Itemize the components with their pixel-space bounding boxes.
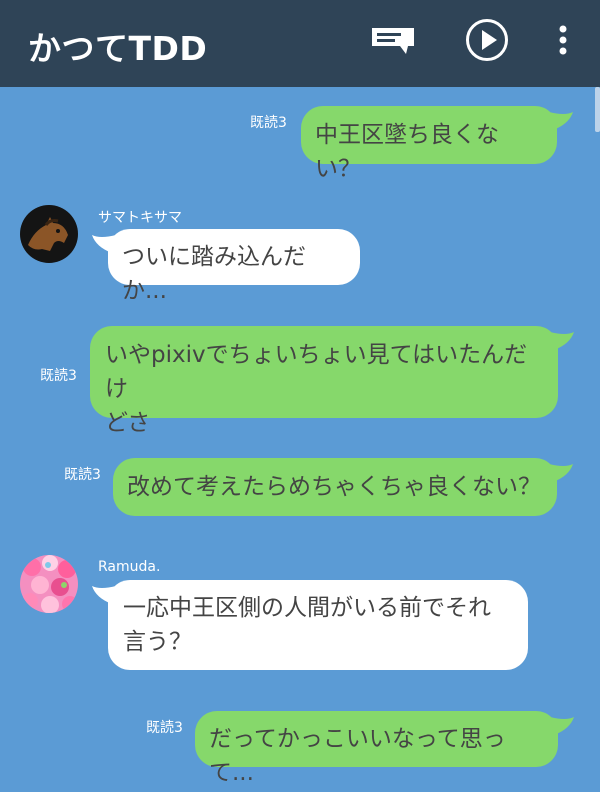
message-text-line: いやpixivでちょいちょい見てはいたんだけ xyxy=(105,342,528,402)
bubble-tail xyxy=(92,586,116,604)
play-icon[interactable] xyxy=(465,18,509,62)
chat-title: かつてTDD xyxy=(28,29,208,68)
read-receipt: 既読3 xyxy=(146,720,183,736)
message-bubble-outgoing[interactable]: 改めて考えたらめちゃくちゃ良くない？ xyxy=(113,458,573,516)
bubble-tail xyxy=(550,717,574,735)
message-text-line: どさ xyxy=(105,410,151,436)
message-text: だってかっこいいなって思って... xyxy=(209,726,506,786)
message-text: 改めて考えたらめちゃくちゃ良くない？ xyxy=(127,474,541,500)
chat-area[interactable]: 既読3 中王区墜ち良くない？ サマトキサマ ついに踏み込んだか... 既読3 い… xyxy=(0,87,600,792)
message-bubble-outgoing[interactable]: 中王区墜ち良くない？ xyxy=(301,106,573,182)
message-bubble-incoming[interactable]: ついに踏み込んだか... xyxy=(92,229,360,304)
bubble-tail xyxy=(549,464,573,482)
message-text: ついに踏み込んだか... xyxy=(122,244,306,304)
message-bubble-outgoing[interactable]: いやpixivでちょいちょい見てはいたんだけ どさ xyxy=(90,326,574,436)
sender-name: Ramuda. xyxy=(98,559,161,575)
chat-header: かつてTDD xyxy=(0,0,600,87)
horse-avatar[interactable] xyxy=(20,205,78,263)
more-vertical-icon[interactable] xyxy=(552,22,574,62)
scrollbar[interactable] xyxy=(595,87,600,132)
note-icon[interactable] xyxy=(370,26,416,56)
sender-name: サマトキサマ xyxy=(98,210,182,226)
bubble-tail xyxy=(549,112,573,130)
read-receipt: 既読3 xyxy=(64,467,101,483)
candy-avatar[interactable] xyxy=(20,555,78,613)
message-bubble-outgoing[interactable]: だってかっこいいなって思って... xyxy=(195,711,574,786)
bubble-tail xyxy=(92,235,116,253)
message-text: 中王区墜ち良くない？ xyxy=(315,122,499,182)
bubble-tail xyxy=(550,332,574,350)
message-text-line: 言う？ xyxy=(123,629,192,655)
read-receipt: 既読3 xyxy=(40,368,77,384)
message-bubble-incoming[interactable]: 一応中王区側の人間がいる前でそれ 言う？ xyxy=(92,580,528,670)
message-text-line: 一応中王区側の人間がいる前でそれ xyxy=(123,595,491,621)
read-receipt: 既読3 xyxy=(250,115,287,131)
